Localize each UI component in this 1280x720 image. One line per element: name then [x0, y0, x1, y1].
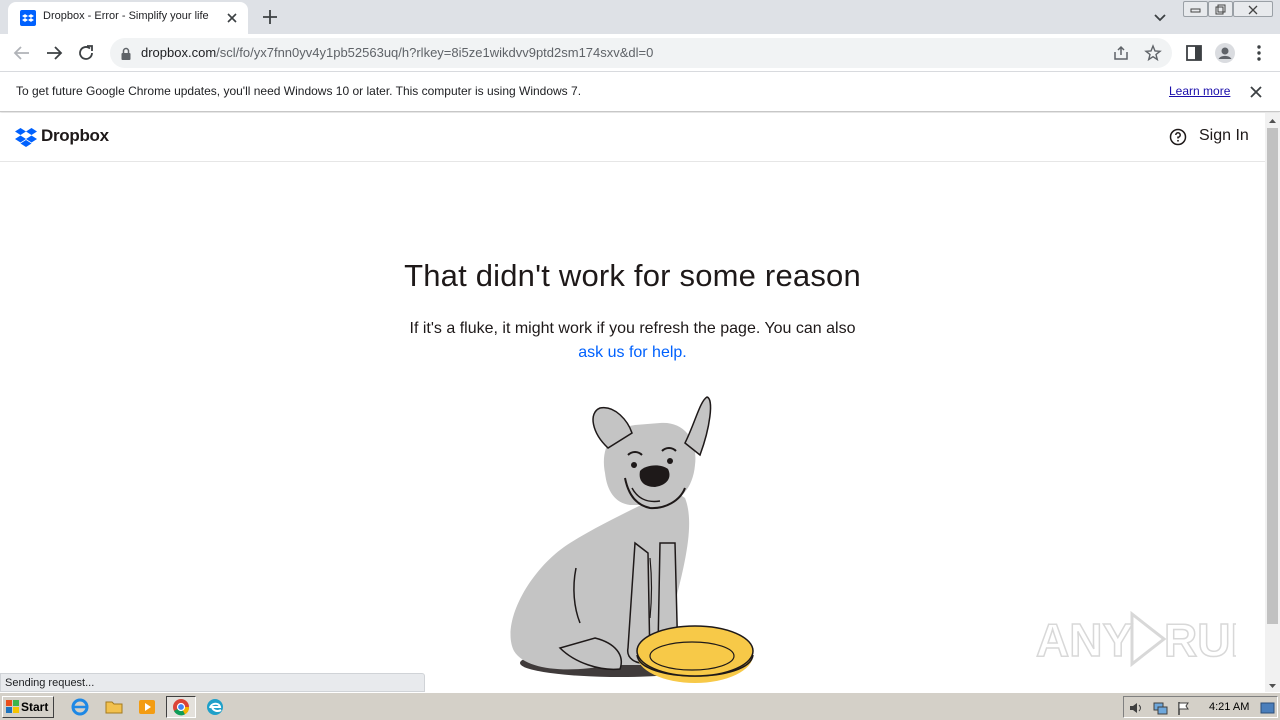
infobar-message: To get future Google Chrome updates, you… [16, 84, 582, 98]
page-content: Dropbox Sign In That didn't work for som… [0, 113, 1265, 692]
side-panel-icon[interactable] [1183, 42, 1205, 64]
dropbox-brand-name[interactable]: Dropbox [41, 126, 109, 146]
scroll-down-arrow-icon[interactable] [1265, 678, 1280, 692]
close-window-button[interactable] [1233, 1, 1273, 17]
dropbox-logo-icon[interactable] [15, 127, 37, 147]
ask-for-help-link[interactable]: ask us for help. [578, 344, 687, 361]
url-host: dropbox.com [141, 45, 217, 60]
speaker-icon[interactable] [1128, 700, 1144, 716]
show-desktop-icon[interactable] [1260, 700, 1276, 716]
internet-explorer-icon[interactable] [68, 696, 92, 718]
file-explorer-icon[interactable] [102, 696, 126, 718]
tab-strip: Dropbox - Error - Simplify your life [0, 0, 1280, 34]
scrollbar-thumb[interactable] [1267, 128, 1278, 624]
status-bubble: Sending request... [0, 673, 425, 692]
site-header: Dropbox Sign In [0, 113, 1265, 162]
sign-in-link[interactable]: Sign In [1199, 127, 1249, 145]
windows-flag-icon [6, 700, 20, 714]
new-tab-icon[interactable] [259, 6, 281, 28]
network-icon[interactable] [1152, 700, 1168, 716]
infobar-close-icon[interactable] [1247, 83, 1265, 101]
minimize-button[interactable] [1183, 1, 1208, 17]
edge-icon[interactable] [203, 696, 227, 718]
error-title: That didn't work for some reason [404, 258, 861, 293]
learn-more-link[interactable]: Learn more [1169, 84, 1230, 98]
forward-arrow-icon[interactable] [43, 42, 65, 64]
back-arrow-icon[interactable] [11, 42, 33, 64]
share-icon[interactable] [1112, 44, 1130, 62]
taskbar-clock[interactable]: 4:21 AM [1209, 701, 1249, 713]
chrome-taskbar-icon[interactable] [166, 696, 196, 718]
start-button[interactable]: Start [2, 696, 54, 718]
address-bar[interactable]: dropbox.com/scl/fo/yx7fnn0yv4y1pb52563uq… [110, 38, 1172, 68]
chrome-menu-icon[interactable] [1248, 42, 1270, 64]
svg-text:ANY: ANY [1036, 614, 1133, 666]
lock-icon[interactable] [120, 46, 132, 60]
update-infobar: To get future Google Chrome updates, you… [0, 72, 1280, 112]
error-body-text: If it's a fluke, it might work if you re… [409, 320, 856, 337]
sad-dog-illustration [500, 393, 760, 692]
browser-toolbar: dropbox.com/scl/fo/yx7fnn0yv4y1pb52563uq… [0, 34, 1280, 72]
svg-text:RUN: RUN [1164, 614, 1236, 666]
dropbox-favicon-icon [20, 10, 36, 26]
url-path: /scl/fo/yx7fnn0yv4y1pb52563uq/h?rlkey=8i… [216, 45, 654, 60]
help-question-icon[interactable] [1169, 128, 1187, 146]
vertical-scrollbar[interactable] [1265, 113, 1280, 692]
start-label: Start [21, 700, 49, 714]
scroll-up-arrow-icon[interactable] [1265, 113, 1280, 127]
browser-tab[interactable]: Dropbox - Error - Simplify your life [8, 2, 248, 34]
tab-title: Dropbox - Error - Simplify your life [43, 10, 209, 22]
windows-taskbar: Start 4:21 AM [0, 692, 1280, 720]
error-message: If it's a fluke, it might work if you re… [0, 317, 1265, 365]
restore-button[interactable] [1208, 1, 1233, 17]
tab-search-chevron-icon[interactable] [1151, 8, 1169, 26]
profile-avatar-icon[interactable] [1214, 42, 1236, 64]
reload-icon[interactable] [75, 42, 97, 64]
media-player-icon[interactable] [135, 696, 159, 718]
action-center-flag-icon[interactable] [1176, 700, 1192, 716]
anyrun-watermark-logo: ANY RUN [1035, 608, 1264, 668]
url-text[interactable]: dropbox.com/scl/fo/yx7fnn0yv4y1pb52563uq… [141, 45, 653, 60]
tab-close-icon[interactable] [223, 9, 241, 27]
system-tray: 4:21 AM [1123, 696, 1278, 718]
bookmark-star-icon[interactable] [1144, 44, 1162, 62]
